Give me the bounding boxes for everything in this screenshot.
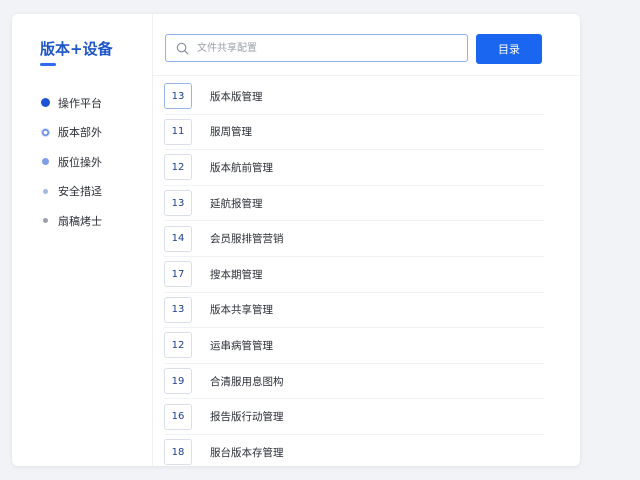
bullet-icon xyxy=(40,127,50,137)
list-item-label: 合清服用息图构 xyxy=(210,375,284,388)
sidebar-item[interactable]: 版位操外 xyxy=(40,147,102,177)
sidebar-item-label: 版位操外 xyxy=(58,155,102,169)
sidebar-item[interactable]: 操作平台 xyxy=(40,88,102,118)
search-box[interactable] xyxy=(165,34,468,62)
list-item-label: 延航报管理 xyxy=(210,197,263,210)
list-item[interactable]: 13 版本共享管理 xyxy=(164,293,544,329)
sidebar: 版本+设备 操作平台版本部外版位操外安全措迳扇稿烤士 xyxy=(12,14,153,466)
search-icon xyxy=(176,42,189,54)
sidebar-item[interactable]: 安全措迳 xyxy=(40,177,102,207)
bullet-icon xyxy=(40,98,50,108)
item-list: 13 版本版管理 11 服周管理 12 版本航前管理 13 延航报管理 14 会员服排管营销 17 搜… xyxy=(164,79,544,466)
list-item[interactable]: 16 报告版行动管理 xyxy=(164,399,544,435)
item-number-badge: 18 xyxy=(164,439,192,466)
list-item-label: 版本共享管理 xyxy=(210,304,273,317)
list-item[interactable]: 11 服周管理 xyxy=(164,115,544,151)
item-number-badge: 16 xyxy=(164,403,192,430)
item-number-badge: 17 xyxy=(164,261,192,288)
list-item[interactable]: 13 版本版管理 xyxy=(164,79,544,115)
sidebar-item-label: 安全措迳 xyxy=(58,185,102,199)
list-item[interactable]: 14 会员服排管营销 xyxy=(164,221,544,257)
sidebar-item-label: 版本部外 xyxy=(58,126,102,140)
list-item-label: 报告版行动管理 xyxy=(210,411,284,424)
brand-underline xyxy=(40,63,56,66)
item-number-badge: 12 xyxy=(164,154,192,181)
item-number-badge: 12 xyxy=(164,332,192,359)
sidebar-item-label: 操作平台 xyxy=(58,96,102,110)
brand-title: 版本+设备 xyxy=(40,40,113,58)
sidebar-item[interactable]: 扇稿烤士 xyxy=(40,206,102,236)
sidebar-nav: 操作平台版本部外版位操外安全措迳扇稿烤士 xyxy=(40,88,102,236)
item-number-badge: 14 xyxy=(164,225,192,252)
item-number-badge: 19 xyxy=(164,368,192,395)
list-item-label: 服周管理 xyxy=(210,126,252,139)
list-item[interactable]: 17 搜本期管理 xyxy=(164,257,544,293)
main-panel: 版本+设备 操作平台版本部外版位操外安全措迳扇稿烤士 目录 13 版本版管理 11 服… xyxy=(12,14,580,466)
item-number-badge: 13 xyxy=(164,190,192,217)
search-input[interactable] xyxy=(195,41,449,55)
list-item-label: 版本版管理 xyxy=(210,90,263,103)
bullet-icon xyxy=(40,218,50,224)
sidebar-item-label: 扇稿烤士 xyxy=(58,214,102,228)
header-divider xyxy=(153,75,580,76)
list-item-label: 会员服排管营销 xyxy=(210,233,284,246)
item-number-badge: 13 xyxy=(164,83,192,110)
sidebar-item[interactable]: 版本部外 xyxy=(40,118,102,148)
list-item-label: 服台版本存管理 xyxy=(210,446,284,459)
item-number-badge: 11 xyxy=(164,118,192,145)
list-item[interactable]: 19 合清服用息图构 xyxy=(164,364,544,400)
list-item-label: 搜本期管理 xyxy=(210,268,263,281)
list-item[interactable]: 12 版本航前管理 xyxy=(164,150,544,186)
catalog-button[interactable]: 目录 xyxy=(476,34,542,64)
list-item[interactable]: 13 延航报管理 xyxy=(164,186,544,222)
bullet-icon xyxy=(40,158,50,166)
list-item-label: 运串病管管理 xyxy=(210,339,273,352)
item-number-badge: 13 xyxy=(164,296,192,323)
bullet-icon xyxy=(40,188,50,194)
list-item[interactable]: 12 运串病管管理 xyxy=(164,328,544,364)
list-item-label: 版本航前管理 xyxy=(210,161,273,174)
list-item[interactable]: 18 服台版本存管理 xyxy=(164,435,544,466)
